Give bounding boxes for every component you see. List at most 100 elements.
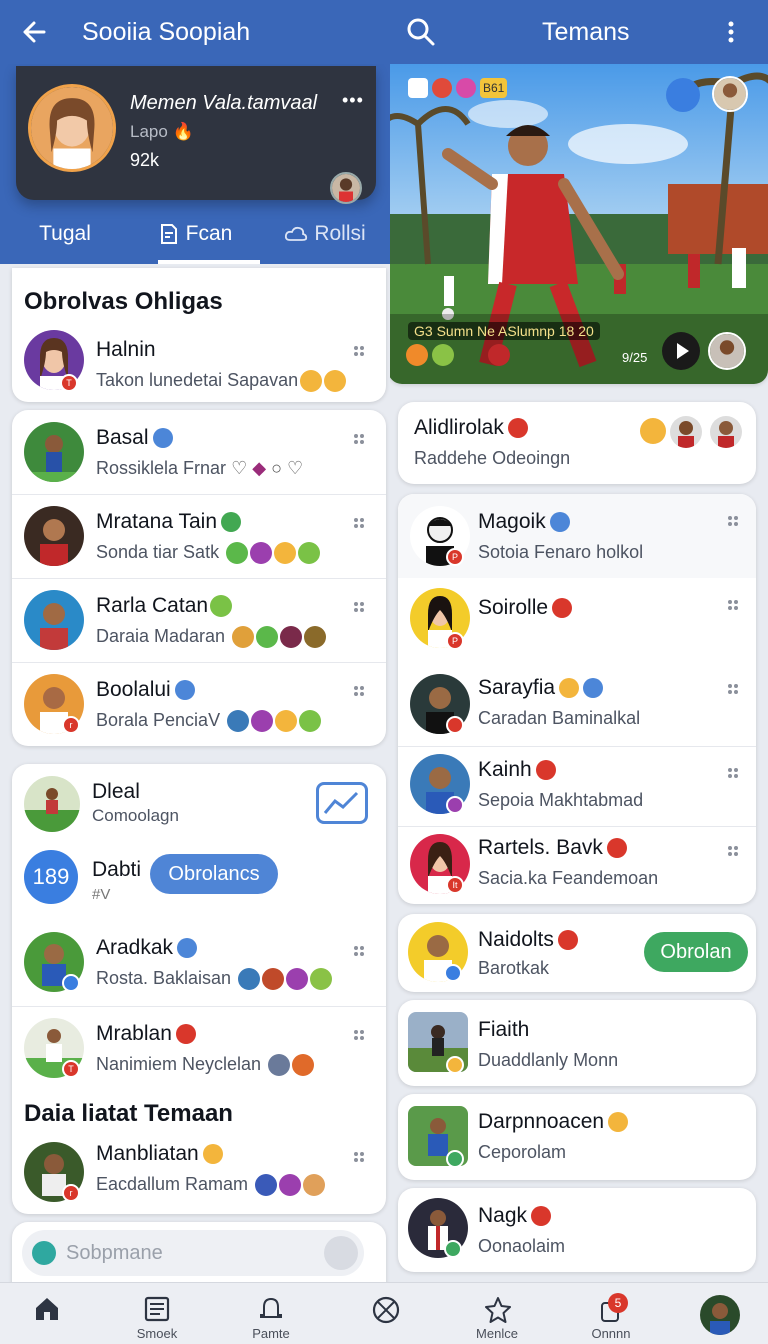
chart-icon[interactable] xyxy=(316,782,368,824)
back-icon[interactable] xyxy=(18,0,46,64)
chat-row[interactable]: r Manbliatan Eacdallum Ramam xyxy=(12,1134,386,1214)
emoji-icon xyxy=(250,542,273,565)
drag-handle-icon[interactable] xyxy=(728,768,740,780)
chat-row[interactable]: It Rartels. Bavk Sacia.ka Feandemoan xyxy=(398,826,756,904)
verified-icon xyxy=(583,678,604,699)
drag-handle-icon[interactable] xyxy=(728,684,740,696)
chat-row[interactable]: Rarla Catan Daraia Madaran xyxy=(12,578,386,662)
last-message: Sonda tiar Satk xyxy=(96,542,321,565)
pin-icon[interactable] xyxy=(666,78,700,112)
message-input[interactable]: Sobpmane xyxy=(22,1230,364,1276)
check-icon xyxy=(32,1241,56,1265)
search-icon[interactable] xyxy=(406,0,436,64)
status-badge xyxy=(62,974,80,992)
drag-handle-icon[interactable] xyxy=(354,946,366,958)
tab-bar: Tugal Fcan Rollsi xyxy=(0,204,390,264)
emoji-icon xyxy=(268,1054,291,1077)
drag-handle-icon[interactable] xyxy=(728,516,740,528)
nav-ball[interactable] xyxy=(340,1283,430,1344)
chat-row[interactable]: 189 Dabti #V Obrolancs xyxy=(12,842,386,922)
chat-row[interactable]: Kainh Sepoia Makhtabmad xyxy=(398,746,756,826)
last-message: Sepoia Makhtabmad xyxy=(478,790,644,810)
chat-card[interactable]: Fiaith Duaddlanly Monn xyxy=(398,1000,756,1086)
chat-row[interactable]: Mratana Tain Sonda tiar Satk xyxy=(12,494,386,578)
drag-handle-icon[interactable] xyxy=(354,686,366,698)
more-horiz-icon[interactable]: ••• xyxy=(342,90,364,111)
drag-handle-icon[interactable] xyxy=(354,1152,366,1164)
nav-profile-avatar[interactable] xyxy=(700,1295,740,1335)
chat-row[interactable]: Basal Rossiklela Frnar ♡ ◆ ○ ♡ xyxy=(12,410,386,494)
profile-status: Lapo 🔥 xyxy=(130,122,194,141)
unread-count-bubble: 189 xyxy=(24,850,78,904)
chat-row[interactable]: T Halnin Takon lunedetai Sapavan xyxy=(12,324,386,402)
heart-badge-icon xyxy=(507,418,528,439)
nav-star[interactable]: Menlce xyxy=(452,1283,542,1344)
group-card: Dleal Comoolagn 189 Dabti #V Obrolancs A… xyxy=(12,764,386,1214)
chat-card[interactable]: Naidolts Barotkak Obrolan xyxy=(398,914,756,992)
right-column: B61 G3 Sumn Ne ASlumnp 18 20 9/25 Alidli… xyxy=(390,64,768,1282)
play-button[interactable] xyxy=(662,332,700,370)
video-caption: G3 Sumn Ne ASlumnp 18 20 xyxy=(408,322,600,340)
nav-home[interactable] xyxy=(2,1283,92,1344)
chat-card[interactable]: Darpnnoacen Ceporolam xyxy=(398,1094,756,1180)
contact-name: Darpnnoacen xyxy=(478,1110,629,1134)
profile-followers: 92k xyxy=(130,150,160,170)
emoji-icon xyxy=(298,542,321,565)
profile-avatar[interactable] xyxy=(28,84,116,172)
drag-handle-icon[interactable] xyxy=(354,602,366,614)
emoji-icon xyxy=(210,595,233,618)
app-title: Sooiia Soopiah xyxy=(82,17,251,46)
avatar xyxy=(24,506,84,566)
last-message: Sotoia Fenaro holkol xyxy=(478,542,644,562)
friends-list-card: P Magoik Sotoia Fenaro holkol P Soirolle… xyxy=(398,494,756,904)
nav-news[interactable]: Smoek xyxy=(112,1283,202,1344)
tab-tugal[interactable]: Tugal xyxy=(0,204,130,264)
chat-card[interactable]: Nagk Oonaolaim xyxy=(398,1188,756,1272)
contact-name: Basal xyxy=(96,426,173,450)
status-badge xyxy=(446,796,464,814)
more-vert-icon[interactable] xyxy=(722,0,740,64)
profile-card[interactable]: Memen Vala.tamvaal Lapo 🔥 92k ••• xyxy=(16,66,376,204)
chat-row[interactable]: P Soirolle xyxy=(398,578,756,662)
bell-icon xyxy=(260,1297,282,1318)
ring-icon: ○ xyxy=(271,458,282,478)
video-owner-avatar[interactable] xyxy=(712,76,748,112)
chat-row[interactable]: Sarayfia Caradan Baminalkal xyxy=(398,662,756,746)
video-top-badges: B61 xyxy=(408,78,508,98)
chat-row[interactable]: r Boolalui Borala PenciaV xyxy=(12,662,386,746)
drag-handle-icon[interactable] xyxy=(354,434,366,446)
drag-handle-icon[interactable] xyxy=(354,518,366,530)
small-avatar[interactable] xyxy=(330,172,362,204)
chat-row[interactable]: Dleal Comoolagn xyxy=(12,764,386,842)
contact-name: Dleal xyxy=(92,780,140,803)
drag-handle-icon[interactable] xyxy=(354,346,366,358)
fire-icon: 🔥 xyxy=(172,122,194,141)
nav-notifications[interactable]: 5 Onnnn xyxy=(566,1283,656,1344)
group-header-card[interactable]: Alidlirolak Raddehe Odeoingn xyxy=(398,402,756,484)
status-badge: T xyxy=(62,1060,80,1078)
group-message: Raddehe Odeoingn xyxy=(414,448,571,468)
contact-name: Dabti xyxy=(92,858,142,881)
chat-row[interactable]: P Magoik Sotoia Fenaro holkol xyxy=(398,494,756,578)
nav-bell[interactable]: Pamte xyxy=(226,1283,316,1344)
chat-button[interactable]: Obrolan xyxy=(644,932,748,972)
emoji-icon xyxy=(299,710,322,733)
chat-row[interactable]: Aradkak Rosta. Baklaisan xyxy=(12,922,386,1006)
drag-handle-icon[interactable] xyxy=(354,1030,366,1042)
last-message: Rossiklela Frnar ♡ ◆ ○ ♡ xyxy=(96,458,304,478)
status-badge: r xyxy=(62,716,80,734)
profile-name: Memen Vala.tamvaal xyxy=(130,92,318,114)
contact-name: Soirolle xyxy=(478,596,573,620)
chat-row[interactable]: T Mrablan Nanimiem Neyclelan xyxy=(12,1006,386,1090)
drag-handle-icon[interactable] xyxy=(728,600,740,612)
last-message: Sacia.ka Feandemoan xyxy=(478,868,659,888)
heart-badge-icon xyxy=(535,760,556,781)
video-card[interactable]: B61 G3 Sumn Ne ASlumnp 18 20 9/25 xyxy=(390,64,768,384)
tab-fcan[interactable]: Fcan xyxy=(130,204,260,264)
avatar xyxy=(24,422,84,482)
contact-name: Halnin xyxy=(96,338,156,361)
drag-handle-icon[interactable] xyxy=(728,846,740,858)
chat-button[interactable]: Obrolancs xyxy=(150,854,278,894)
tab-rollsi[interactable]: Rollsi xyxy=(260,204,390,264)
upload-icon[interactable] xyxy=(324,1236,358,1270)
